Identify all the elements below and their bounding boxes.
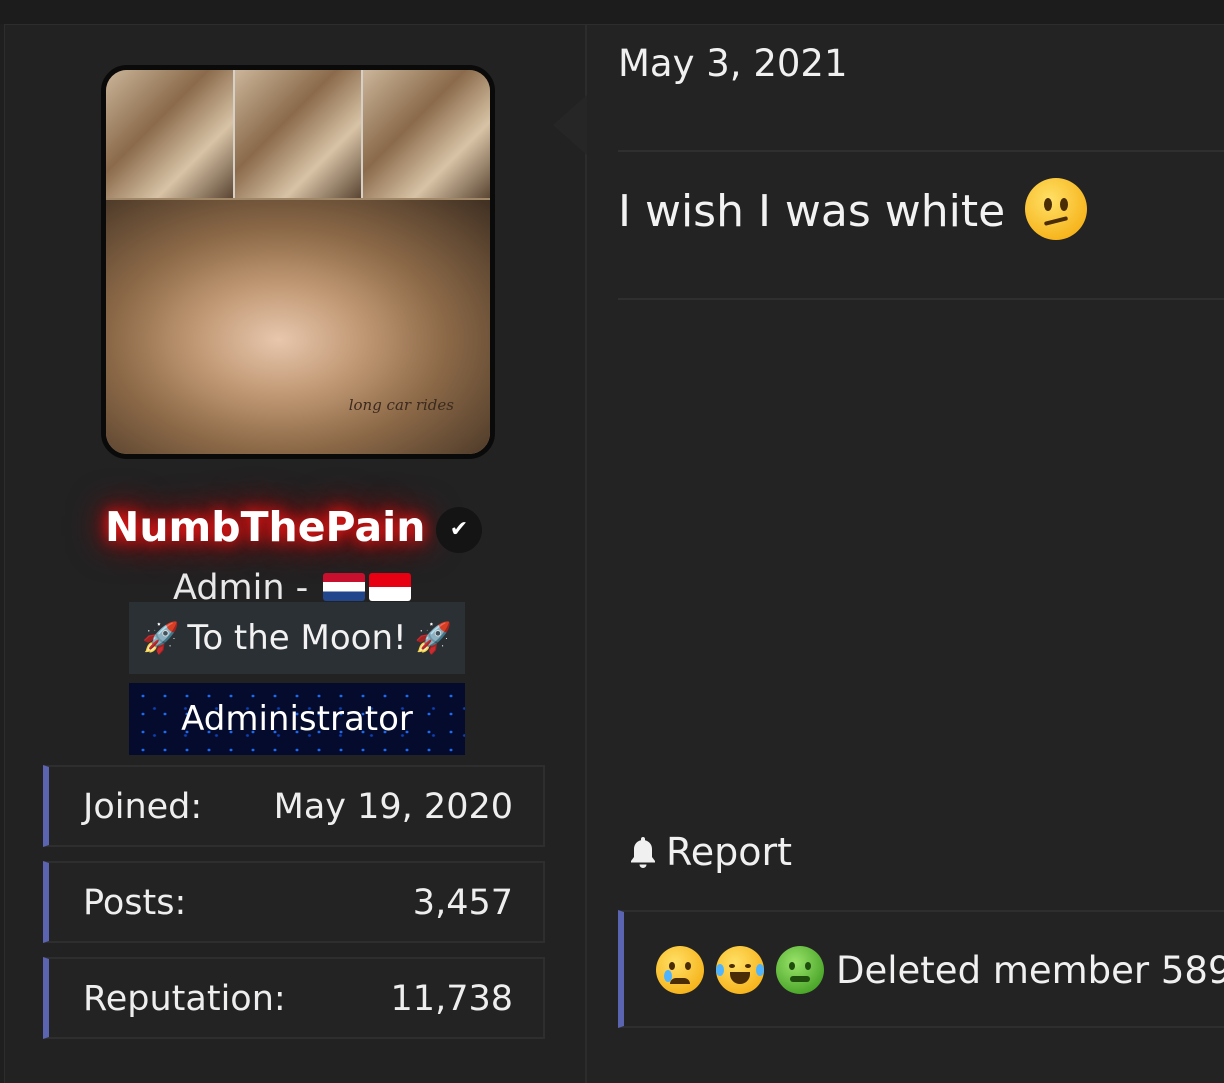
stat-label: Posts:	[83, 883, 187, 923]
post-message: I wish I was white	[618, 178, 1088, 240]
banner-admin-label: Administrator	[181, 699, 413, 739]
top-bar	[0, 0, 1224, 24]
banner-to-the-moon: 🚀 To the Moon! 🚀	[129, 602, 465, 674]
netherlands-flag-icon	[323, 573, 366, 601]
indonesia-flag-icon	[369, 573, 412, 601]
stat-reputation: Reputation: 11,738	[43, 957, 545, 1039]
stat-label: Joined:	[83, 787, 203, 827]
tears-of-joy-icon	[716, 946, 764, 994]
stat-value: 11,738	[390, 979, 513, 1019]
reactions-bar[interactable]: Deleted member 5898	[618, 910, 1224, 1028]
avatar-main-photo	[106, 200, 490, 454]
stat-joined: Joined: May 19, 2020	[43, 765, 545, 847]
divider	[618, 150, 1224, 152]
banner-moon-label: To the Moon!	[187, 618, 407, 658]
report-label: Report	[666, 830, 792, 874]
post-date[interactable]: May 3, 2021	[618, 42, 847, 85]
stat-value: 3,457	[412, 883, 513, 923]
rocket-icon: 🚀	[414, 620, 453, 656]
confused-face-icon	[1025, 178, 1088, 240]
divider	[618, 298, 1224, 300]
reaction-members[interactable]: Deleted member 5898	[836, 949, 1224, 992]
user-info-column: long car rides NumbThePain ✔ Admin - 🚀 T…	[5, 25, 587, 1083]
verified-icon: ✔	[436, 507, 482, 553]
post-message-text: I wish I was white	[618, 186, 1006, 237]
avatar-caption: long car rides	[348, 396, 454, 414]
report-button[interactable]: Report	[628, 830, 792, 874]
avatar-collage-top	[106, 70, 490, 198]
reaction-list: Deleted member 5898	[656, 946, 1224, 994]
nauseated-face-icon	[776, 946, 824, 994]
bell-icon	[631, 837, 655, 868]
rocket-icon: 🚀	[141, 620, 180, 656]
crying-face-icon	[656, 946, 704, 994]
avatar[interactable]: long car rides	[101, 65, 495, 459]
banner-administrator: Administrator	[129, 683, 465, 755]
stat-posts: Posts: 3,457	[43, 861, 545, 943]
stat-value: May 19, 2020	[273, 787, 513, 827]
stat-label: Reputation:	[83, 979, 286, 1019]
username[interactable]: NumbThePain	[105, 503, 435, 551]
post-pointer-arrow	[553, 95, 587, 155]
